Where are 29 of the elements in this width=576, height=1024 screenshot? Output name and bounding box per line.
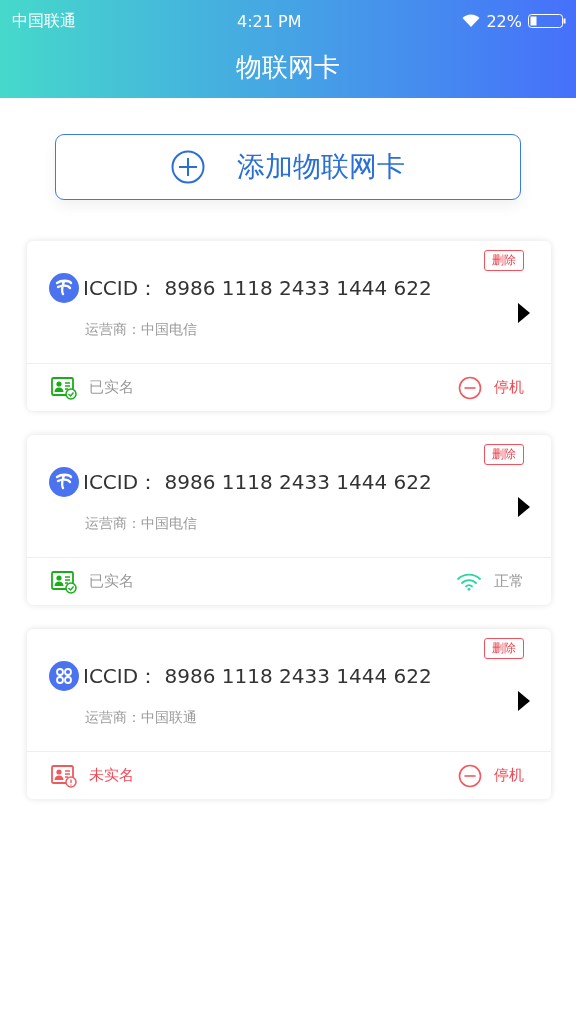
verification-text: 已实名 [89,378,134,397]
verification-text: 未实名 [89,766,134,785]
iccid-text: ICCID： 8986 1118 2433 1444 622 [83,662,432,690]
play-arrow-icon[interactable] [517,691,531,711]
carrier-name: 中国联通 [12,10,76,32]
status-text: 停机 [494,766,524,785]
page-title: 物联网卡 [235,50,341,84]
sim-card[interactable]: 删除 ICCID： 8986 1118 2433 1444 622 运营商：中国联通 未实名 停机 [27,629,551,799]
delete-button[interactable]: 删除 [484,638,524,659]
battery-percent: 22% [486,11,522,31]
add-card-button[interactable]: 添加物联网卡 [55,134,521,200]
sim-card[interactable]: 删除 ICCID： 8986 1118 2433 1444 622 运营商：中国电信 已实名 停机 [27,241,551,411]
delete-button[interactable]: 删除 [484,444,524,465]
status-text: 正常 [494,572,524,591]
verification-text: 已实名 [89,572,134,591]
delete-button[interactable]: 删除 [484,250,524,271]
iccid-text: ICCID： 8986 1118 2433 1444 622 [83,274,432,302]
carrier-text: 运营商：中国电信 [85,321,198,339]
carrier-text: 运营商：中国联通 [85,709,198,727]
play-arrow-icon[interactable] [517,497,531,517]
battery-icon [528,13,566,29]
sim-card[interactable]: 删除 ICCID： 8986 1118 2433 1444 622 运营商：中国电信 已实名 正常 [27,435,551,605]
status-text: 停机 [494,378,524,397]
iccid-text: ICCID： 8986 1118 2433 1444 622 [83,468,432,496]
carrier-text: 运营商：中国电信 [85,515,198,533]
wifi-icon [462,14,481,28]
status-time: 4:21 PM [237,11,302,31]
plus-circle-icon [171,150,205,184]
play-arrow-icon[interactable] [517,303,531,323]
